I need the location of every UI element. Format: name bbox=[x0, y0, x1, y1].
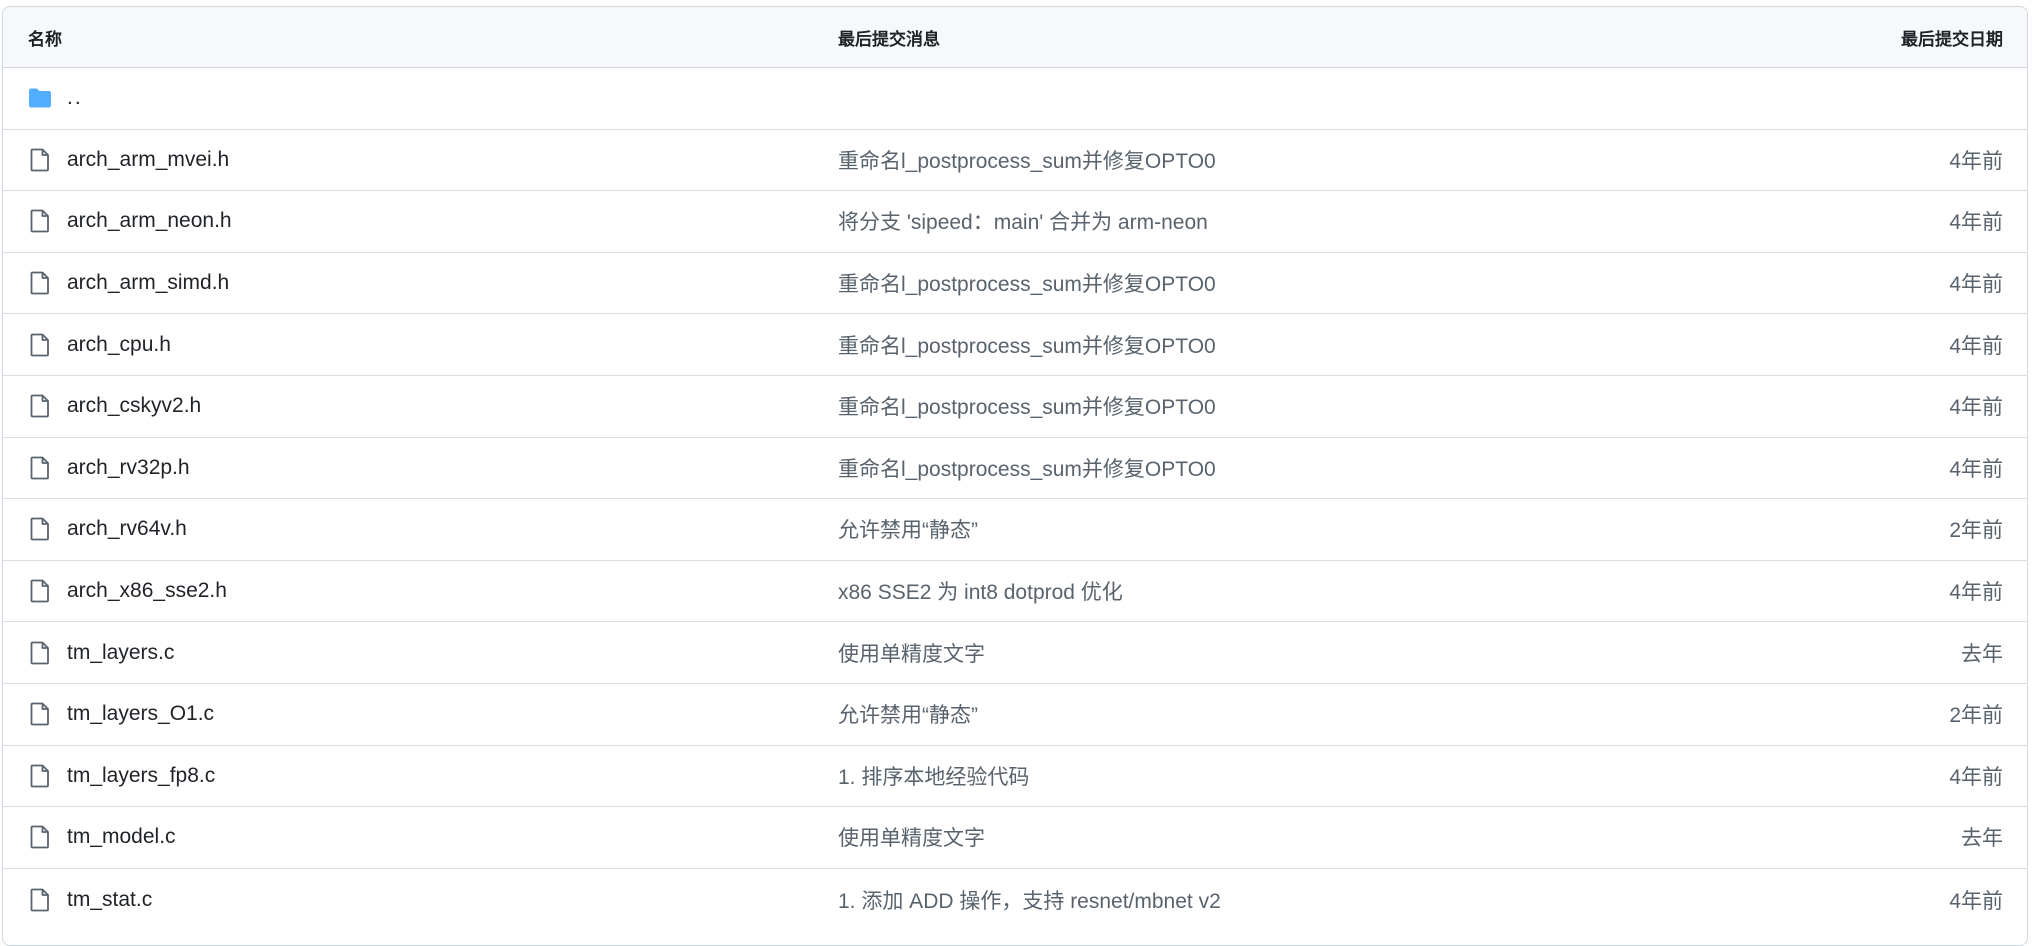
file-icon bbox=[28, 148, 52, 172]
table-row[interactable]: arch_cpu.h 重命名l_postprocess_sum并修复OPTO0 4年… bbox=[3, 314, 2027, 376]
table-row[interactable]: arch_x86_sse2.h x86 SSE2 为 int8 dotprod 优… bbox=[3, 561, 2027, 623]
file-icon bbox=[28, 764, 52, 788]
file-name-link[interactable]: arch_cskyv2.h bbox=[67, 394, 201, 418]
commit-message-link[interactable]: x86 SSE2 为 int8 dotprod 优化 bbox=[838, 581, 1123, 604]
file-table: 名称 最后提交消息 最后提交日期 .. arch_arm_mvei.h 重命名l_… bbox=[2, 6, 2028, 946]
commit-message-link[interactable]: 允许禁用“静态” bbox=[838, 704, 978, 727]
commit-message-link[interactable]: 允许禁用“静态” bbox=[838, 519, 978, 542]
commit-message-link[interactable]: 重命名l_postprocess_sum并修复OPTO0 bbox=[838, 150, 1216, 173]
file-icon bbox=[28, 394, 52, 418]
table-row[interactable]: tm_stat.c 1. 添加 ADD 操作，支持 resnet/mbnet v2… bbox=[3, 869, 2027, 931]
commit-message-link[interactable]: 使用单精度文字 bbox=[838, 827, 985, 850]
file-name-link[interactable]: arch_rv32p.h bbox=[67, 456, 190, 480]
header-message: 最后提交消息 bbox=[838, 29, 940, 49]
commit-date: 2年前 bbox=[1949, 519, 2003, 543]
commit-date: 4年前 bbox=[1949, 149, 2003, 173]
header-date: 最后提交日期 bbox=[1901, 29, 2003, 49]
commit-date: 4年前 bbox=[1949, 273, 2003, 297]
commit-message-link[interactable]: 重命名l_postprocess_sum并修复OPTO0 bbox=[838, 458, 1216, 481]
commit-message-link[interactable]: 将分支 'sipeed：main' 合并为 arm-neon bbox=[838, 211, 1208, 234]
file-name-link[interactable]: tm_layers_fp8.c bbox=[67, 764, 215, 788]
folder-icon bbox=[28, 86, 52, 110]
header-name: 名称 bbox=[28, 29, 62, 49]
commit-date: 去年 bbox=[1961, 827, 2003, 851]
commit-message-link[interactable]: 重命名l_postprocess_sum并修复OPTO0 bbox=[838, 273, 1216, 296]
commit-message-link[interactable]: 重命名l_postprocess_sum并修复OPTO0 bbox=[838, 335, 1216, 358]
file-icon bbox=[28, 888, 52, 912]
table-row[interactable]: arch_cskyv2.h 重命名l_postprocess_sum并修复OPTO… bbox=[3, 376, 2027, 438]
commit-date: 4年前 bbox=[1949, 889, 2003, 913]
file-name-link[interactable]: arch_x86_sse2.h bbox=[67, 579, 227, 603]
file-name-link[interactable]: arch_arm_neon.h bbox=[67, 209, 232, 233]
commit-date: 2年前 bbox=[1949, 704, 2003, 728]
file-name-link[interactable]: arch_arm_simd.h bbox=[67, 271, 229, 295]
commit-date: 4年前 bbox=[1949, 765, 2003, 789]
commit-message-link[interactable]: 使用单精度文字 bbox=[838, 643, 985, 666]
table-row[interactable]: arch_arm_simd.h 重命名l_postprocess_sum并修复OP… bbox=[3, 253, 2027, 315]
commit-date: 4年前 bbox=[1949, 457, 2003, 481]
table-row[interactable]: tm_layers.c 使用单精度文字 去年 bbox=[3, 622, 2027, 684]
commit-date: 4年前 bbox=[1949, 211, 2003, 235]
file-icon bbox=[28, 271, 52, 295]
table-header: 名称 最后提交消息 最后提交日期 bbox=[3, 7, 2027, 68]
parent-dir-row[interactable]: .. bbox=[3, 68, 2027, 130]
table-row[interactable]: tm_model.c 使用单精度文字 去年 bbox=[3, 807, 2027, 869]
file-icon bbox=[28, 825, 52, 849]
file-icon bbox=[28, 702, 52, 726]
table-row[interactable]: arch_arm_neon.h 将分支 'sipeed：main' 合并为 arm… bbox=[3, 191, 2027, 253]
file-name-link[interactable]: arch_cpu.h bbox=[67, 333, 171, 357]
file-name-link[interactable]: arch_rv64v.h bbox=[67, 517, 187, 541]
file-icon bbox=[28, 641, 52, 665]
parent-dir-link[interactable]: .. bbox=[67, 86, 83, 110]
table-row[interactable]: tm_layers_fp8.c 1. 排序本地经验代码 4年前 bbox=[3, 746, 2027, 808]
file-icon bbox=[28, 456, 52, 480]
commit-date: 4年前 bbox=[1949, 334, 2003, 358]
file-icon bbox=[28, 333, 52, 357]
file-icon bbox=[28, 517, 52, 541]
commit-date: 4年前 bbox=[1949, 581, 2003, 605]
commit-message-link[interactable]: 重命名l_postprocess_sum并修复OPTO0 bbox=[838, 396, 1216, 419]
commit-date: 4年前 bbox=[1949, 396, 2003, 420]
file-name-link[interactable]: tm_layers.c bbox=[67, 641, 174, 665]
table-row[interactable]: arch_rv32p.h 重命名l_postprocess_sum并修复OPTO0… bbox=[3, 438, 2027, 500]
file-name-link[interactable]: tm_model.c bbox=[67, 825, 176, 849]
table-row[interactable]: arch_rv64v.h 允许禁用“静态” 2年前 bbox=[3, 499, 2027, 561]
table-row[interactable]: arch_arm_mvei.h 重命名l_postprocess_sum并修复OP… bbox=[3, 130, 2027, 192]
file-icon bbox=[28, 579, 52, 603]
file-name-link[interactable]: tm_stat.c bbox=[67, 888, 152, 912]
file-name-link[interactable]: arch_arm_mvei.h bbox=[67, 148, 229, 172]
commit-message-link[interactable]: 1. 添加 ADD 操作，支持 resnet/mbnet v2 bbox=[838, 890, 1221, 913]
file-name-link[interactable]: tm_layers_O1.c bbox=[67, 702, 214, 726]
commit-message-link[interactable]: 1. 排序本地经验代码 bbox=[838, 766, 1029, 789]
table-row[interactable]: tm_layers_O1.c 允许禁用“静态” 2年前 bbox=[3, 684, 2027, 746]
commit-date: 去年 bbox=[1961, 642, 2003, 666]
file-icon bbox=[28, 209, 52, 233]
